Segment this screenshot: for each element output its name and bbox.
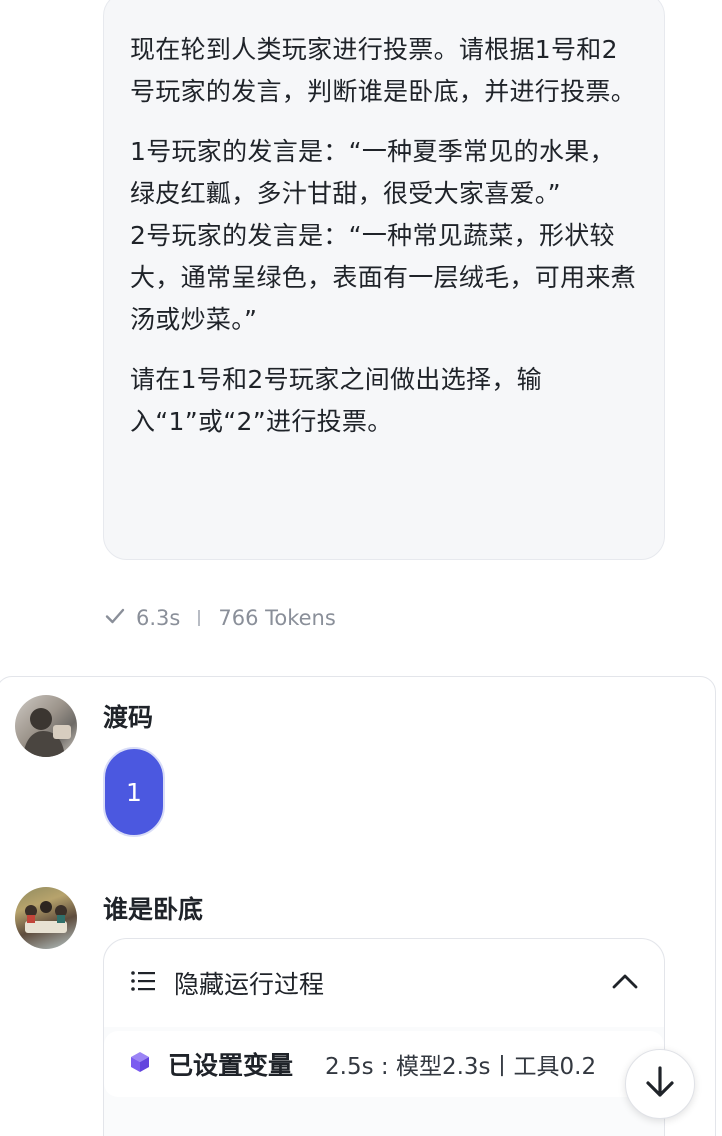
token-count: 766 Tokens	[218, 606, 336, 630]
bot-name: 谁是卧底	[103, 895, 204, 924]
run-step-row[interactable]: 已设置变量 2.5s : 模型2.3s丨工具0.2	[104, 1031, 664, 1097]
run-process-toggle[interactable]: 隐藏运行过程	[104, 939, 664, 1027]
run-process-card: 隐藏运行过程 已设置变量 2.5s : 模型2.3s丨工具0.2	[103, 938, 665, 1136]
step-timing: 2.5s : 模型2.3s丨工具0.2	[325, 1054, 597, 1080]
run-process-title: 隐藏运行过程	[174, 970, 325, 999]
message-paragraph: 请在1号和2号玩家之间做出选择，输入“1”或“2”进行投票。	[130, 365, 542, 436]
user-name: 渡码	[103, 703, 154, 732]
step-label: 已设置变量	[168, 1051, 294, 1080]
user-message-bubble: 1	[103, 747, 165, 837]
message-paragraph: 现在轮到人类玩家进行投票。请根据1号和2号玩家的发言，判断谁是卧底，并进行投票。	[130, 35, 637, 106]
arrow-down-icon	[644, 1065, 676, 1103]
assistant-message-bubble: 现在轮到人类玩家进行投票。请根据1号和2号玩家的发言，判断谁是卧底，并进行投票。…	[103, 0, 665, 560]
list-icon	[130, 970, 156, 996]
chevron-up-icon[interactable]	[612, 973, 638, 993]
bot-avatar[interactable]	[15, 887, 77, 949]
meta-divider	[198, 610, 201, 626]
message-meta: 6.3s 766 Tokens	[104, 600, 336, 636]
scroll-to-bottom-button[interactable]	[625, 1049, 695, 1119]
cube-icon	[128, 1050, 152, 1078]
response-duration: 6.3s	[136, 606, 181, 630]
message-paragraph: 1号玩家的发言是：“一种夏季常见的水果，绿皮红瓤，多汁甘甜，很受大家喜爱。” 2…	[130, 137, 637, 334]
check-icon	[104, 605, 126, 632]
chat-page: 现在轮到人类玩家进行投票。请根据1号和2号玩家的发言，判断谁是卧底，并进行投票。…	[0, 0, 722, 1136]
user-avatar[interactable]	[15, 695, 77, 757]
